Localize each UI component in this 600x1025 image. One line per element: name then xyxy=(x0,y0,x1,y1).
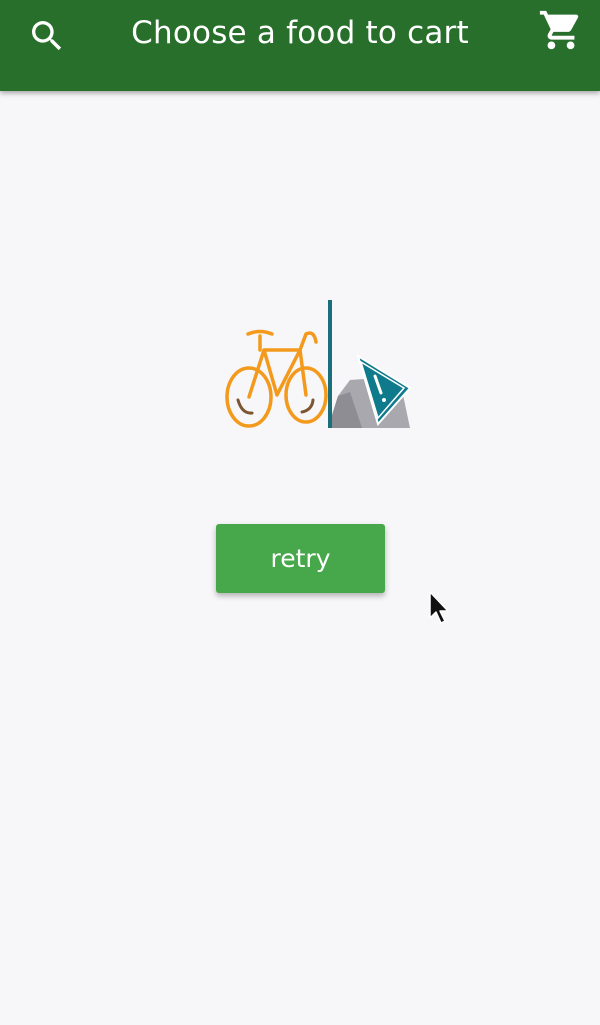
app-bar: Choose a food to cart xyxy=(0,0,600,91)
cart-button[interactable] xyxy=(535,4,587,56)
bicycle-shape xyxy=(225,329,328,428)
wheel-shadow xyxy=(236,398,315,415)
mouse-cursor-icon xyxy=(429,591,449,624)
app-screen: Choose a food to cart retry xyxy=(0,0,600,1025)
page-title: Choose a food to cart xyxy=(131,15,469,51)
shopping-cart-icon xyxy=(539,10,579,50)
pole-shape xyxy=(328,300,332,428)
retry-button[interactable]: retry xyxy=(216,524,385,593)
error-illustration xyxy=(220,296,414,432)
